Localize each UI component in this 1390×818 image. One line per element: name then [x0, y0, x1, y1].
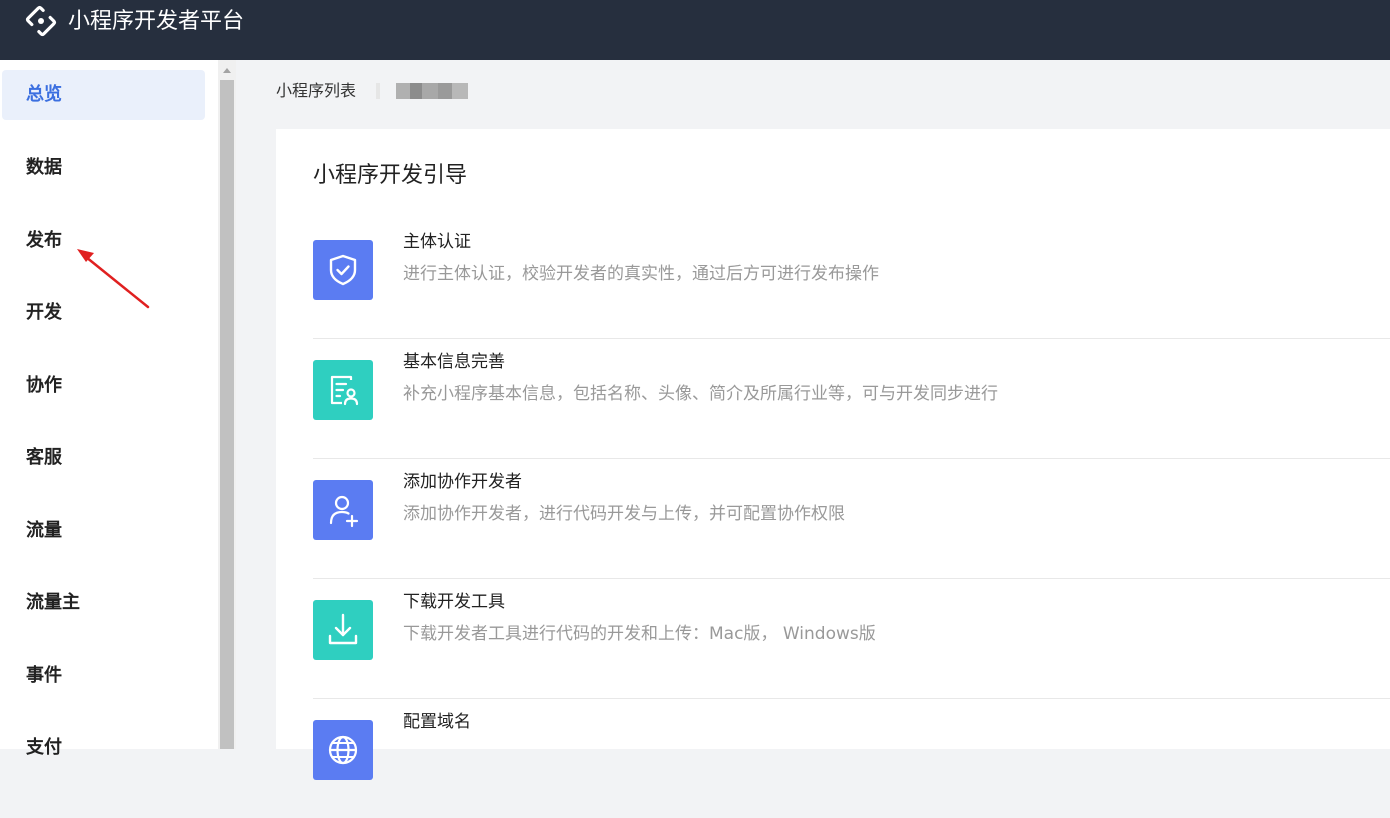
sidebar-item-develop[interactable]: 开发: [2, 288, 205, 338]
sidebar-item-traffic-owner[interactable]: 流量主: [2, 578, 205, 628]
platform-title[interactable]: 小程序开发者平台: [68, 8, 244, 36]
sidebar-item-label: 事件: [26, 665, 62, 686]
sidebar-item-label: 支付: [26, 737, 62, 758]
sidebar-item-events[interactable]: 事件: [2, 651, 205, 701]
profile-card-icon: [330, 375, 359, 406]
globe-icon: [328, 735, 358, 765]
scrollbar-thumb[interactable]: [220, 80, 234, 749]
sidebar-item-traffic[interactable]: 流量: [2, 506, 205, 556]
breadcrumb-app-name-redacted: [376, 83, 470, 99]
mac-download-link[interactable]: Mac版: [709, 624, 760, 644]
sidebar-item-payment[interactable]: 支付: [2, 723, 205, 773]
step-description: 补充小程序基本信息，包括名称、头像、简介及所属行业等，可与开发同步进行: [403, 384, 998, 404]
sidebar-item-label: 发布: [26, 230, 62, 251]
windows-download-link[interactable]: Windows版: [783, 624, 876, 644]
sidebar-item-data[interactable]: 数据: [2, 143, 205, 193]
sidebar-item-label: 客服: [26, 447, 62, 468]
link-separator: ，: [760, 624, 778, 644]
sidebar-item-customer-service[interactable]: 客服: [2, 433, 205, 483]
step-description: 添加协作开发者，进行代码开发与上传，并可配置协作权限: [403, 504, 845, 524]
sidebar-item-publish[interactable]: 发布: [2, 216, 205, 266]
sidebar-item-collaborate[interactable]: 协作: [2, 361, 205, 411]
sidebar-item-label: 总览: [26, 84, 62, 105]
sidebar-item-label: 协作: [26, 375, 62, 396]
guide-title: 小程序开发引导: [313, 163, 468, 188]
shield-check-icon: [329, 254, 357, 286]
step-description: 下载开发者工具进行代码的开发和上传：Mac版， Windows版: [403, 622, 876, 646]
step-title[interactable]: 下载开发工具: [403, 590, 505, 614]
step-description-text: 下载开发者工具进行代码的开发和上传：: [403, 624, 709, 644]
guide-step-add-collaborator[interactable]: 添加协作开发者 添加协作开发者，进行代码开发与上传，并可配置协作权限: [313, 458, 1390, 579]
download-icon: [328, 613, 358, 645]
scroll-up-arrow-icon[interactable]: [223, 68, 231, 73]
step-icon-box: [313, 360, 373, 420]
sidebar-scrollbar[interactable]: [218, 60, 236, 749]
guide-step-download-tools[interactable]: 下载开发工具 下载开发者工具进行代码的开发和上传：Mac版， Windows版: [313, 578, 1390, 699]
guide-step-configure-domain[interactable]: 配置域名: [313, 698, 1390, 818]
step-title[interactable]: 基本信息完善: [403, 350, 505, 374]
step-description: 进行主体认证，校验开发者的真实性，通过后方可进行发布操作: [403, 264, 879, 284]
sidebar-item-overview[interactable]: 总览: [2, 70, 205, 120]
sidebar-item-label: 数据: [26, 157, 62, 178]
step-icon-box: [313, 240, 373, 300]
sidebar-item-label: 开发: [26, 302, 62, 323]
add-user-icon: [329, 495, 359, 528]
sidebar-nav: 总览 数据 发布 开发 协作 客服 流量 流量主 事件 支付: [0, 60, 218, 758]
step-icon-box: [313, 480, 373, 540]
guide-step-entity-verification[interactable]: 主体认证 进行主体认证，校验开发者的真实性，通过后方可进行发布操作: [313, 218, 1390, 339]
dev-guide-card: 小程序开发引导 主体认证 进行主体认证，校验开发者的真实性，通过后方可进行发布操…: [276, 129, 1390, 780]
step-title[interactable]: 配置域名: [403, 710, 471, 734]
breadcrumb-list-link[interactable]: 小程序列表: [276, 80, 356, 102]
sidebar-item-label: 流量主: [26, 592, 80, 613]
step-title[interactable]: 添加协作开发者: [403, 470, 522, 494]
sidebar-item-label: 流量: [26, 520, 62, 541]
guide-step-basic-info[interactable]: 基本信息完善 补充小程序基本信息，包括名称、头像、简介及所属行业等，可与开发同步…: [313, 338, 1390, 459]
platform-logo-icon[interactable]: [24, 4, 58, 38]
step-icon-box: [313, 720, 373, 780]
step-icon-box: [313, 600, 373, 660]
top-bar: 小程序开发者平台: [0, 0, 1390, 60]
step-title[interactable]: 主体认证: [403, 230, 471, 254]
